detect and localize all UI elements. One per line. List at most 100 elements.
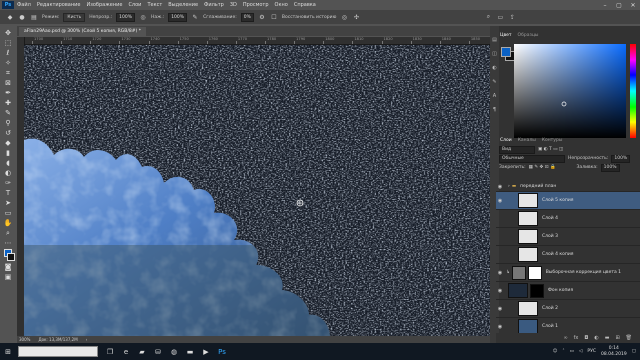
adjustment-layer-icon[interactable]: ◐ (594, 335, 598, 341)
status-arrow-icon[interactable]: › (86, 337, 88, 342)
character-icon[interactable]: A (491, 92, 498, 99)
path-select-tool-icon[interactable]: ➤ (3, 198, 14, 208)
color-picker-field[interactable] (514, 44, 626, 138)
new-group-icon[interactable]: ▬ (605, 335, 610, 341)
menu-3d[interactable]: 3D (227, 2, 240, 8)
layer-group[interactable]: ◉ › ▬ передний план (496, 182, 640, 192)
history-icon[interactable]: ▤ (491, 36, 498, 43)
symmetry-icon[interactable]: ✣ (352, 13, 360, 21)
layer-row[interactable]: ◉ Фон копия (496, 282, 640, 300)
minimize-icon[interactable]: – (598, 0, 612, 10)
menu-image[interactable]: Изображение (83, 2, 125, 8)
layer-row[interactable]: ◉ Слой 5 копия (496, 192, 640, 210)
menu-file[interactable]: Файл (14, 2, 34, 8)
maximize-icon[interactable]: ▢ (612, 0, 626, 10)
close-icon[interactable]: ✕ (626, 0, 640, 10)
foreground-color-swatch[interactable] (501, 47, 511, 57)
menu-view[interactable]: Просмотр (240, 2, 272, 8)
gradient-tool-icon[interactable]: ▮ (3, 148, 14, 158)
zoom-level[interactable]: 300% (19, 337, 30, 342)
trash-icon[interactable]: 🗑 (626, 335, 632, 341)
filter-icons[interactable]: ▣ ◐ T ▭ ◫ (538, 147, 563, 152)
fx-icon[interactable]: fx (574, 335, 579, 341)
clone-stamp-tool-icon[interactable]: ⚲ (3, 118, 14, 128)
menu-window[interactable]: Окно (272, 2, 291, 8)
smoothing-field[interactable]: 0% (240, 12, 254, 22)
more-tools-icon[interactable]: ⋯ (3, 238, 14, 248)
volume-icon[interactable]: ◁ (579, 349, 582, 354)
opacity-field[interactable]: 100% (116, 12, 136, 22)
clock[interactable]: 0:14 08.04.2019 (601, 346, 627, 358)
tab-channels[interactable]: Каналы (518, 138, 536, 143)
chrome-icon[interactable]: ◍ (166, 343, 182, 360)
eraser-tool-icon[interactable]: ◆ (3, 138, 14, 148)
workspace-icon[interactable]: ▭ (496, 13, 504, 21)
screen-mode-icon[interactable]: ▣ (3, 272, 14, 282)
blend-mode-select[interactable]: Обычные (499, 154, 565, 163)
people-icon[interactable]: ☺ (553, 349, 558, 354)
color-swatches-icon[interactable] (3, 248, 15, 262)
zoom-tool-icon[interactable]: ⌕ (3, 228, 14, 238)
media-icon[interactable]: ▶ (198, 343, 214, 360)
document-tab[interactable]: aFlan29Aao.psd @ 300% (Слой 5 копия, RGB… (19, 27, 146, 36)
chevron-down-icon[interactable]: › (508, 184, 510, 189)
frame-tool-icon[interactable]: ⊠ (3, 78, 14, 88)
lasso-tool-icon[interactable]: ℓ (3, 48, 14, 58)
edge-browser-icon[interactable]: e (118, 343, 134, 360)
fill-field[interactable]: 100% (600, 163, 620, 172)
pressure-size-icon[interactable]: ◎ (340, 13, 348, 21)
layer-row-adjustment[interactable]: ◉ ↳ Выборочная коррекция цвета 1 (496, 264, 640, 282)
eraser-tool-icon[interactable]: ◆ (6, 13, 14, 21)
history-brush-tool-icon[interactable]: ↺ (3, 128, 14, 138)
dodge-tool-icon[interactable]: ◐ (3, 168, 14, 178)
visibility-eye-icon[interactable]: ◉ (496, 306, 504, 312)
paragraph-icon[interactable]: ¶ (491, 106, 498, 113)
mode-select[interactable]: Кисть (63, 12, 86, 22)
layer-row[interactable]: Слой 4 копия (496, 246, 640, 264)
menu-filter[interactable]: Фильтр (201, 2, 227, 8)
pen-tool-icon[interactable]: ✑ (3, 178, 14, 188)
layer-opacity-field[interactable]: 100% (611, 154, 631, 163)
search-icon[interactable]: ⌕ (484, 13, 492, 21)
visibility-eye-icon[interactable]: ◉ (496, 270, 504, 276)
checkbox-icon[interactable]: ☐ (270, 13, 278, 21)
move-tool-icon[interactable]: ✥ (3, 28, 14, 38)
visibility-eye-icon[interactable]: ◉ (496, 198, 504, 204)
windows-start-icon[interactable]: ⊞ (0, 343, 16, 360)
menu-edit[interactable]: Редактирование (34, 2, 84, 8)
brush-panel-icon[interactable]: ✎ (491, 78, 498, 85)
menu-layers[interactable]: Слои (125, 2, 144, 8)
gear-icon[interactable]: ⚙ (258, 13, 266, 21)
quick-select-tool-icon[interactable]: ✧ (3, 58, 14, 68)
blur-tool-icon[interactable]: ◖ (3, 158, 14, 168)
taskbar-search-input[interactable] (18, 346, 98, 357)
photoshop-taskbar-icon[interactable]: Ps (214, 343, 230, 360)
tab-swatches[interactable]: Образцы (518, 33, 539, 38)
crop-tool-icon[interactable]: ⌗ (3, 68, 14, 78)
menu-type[interactable]: Текст (144, 2, 165, 8)
adjustments-icon[interactable]: ◐ (491, 64, 498, 71)
store-icon[interactable]: ⛁ (150, 343, 166, 360)
new-layer-icon[interactable]: ⊞ (615, 335, 619, 341)
quick-mask-icon[interactable]: ◙ (3, 262, 14, 272)
pressure-opacity-icon[interactable]: ◎ (139, 13, 147, 21)
document-info[interactable]: Док: 13,3М/137,2М (38, 337, 77, 342)
link-layers-icon[interactable]: ∞ (563, 335, 567, 341)
visibility-eye-icon[interactable]: ◉ (496, 184, 504, 190)
brush-tool-icon[interactable]: ✎ (3, 108, 14, 118)
add-mask-icon[interactable]: ◘ (584, 335, 588, 341)
pressure-field[interactable]: 100% (168, 12, 188, 22)
ruler-horizontal[interactable]: 1700 1710 1720 1730 1740 1750 1760 1770 1780 1790… (24, 37, 490, 45)
hand-tool-icon[interactable]: ✋ (3, 218, 14, 228)
visibility-eye-icon[interactable]: ◉ (496, 288, 504, 294)
network-icon[interactable]: ▭ (570, 349, 574, 354)
layer-row[interactable]: Слой 3 (496, 228, 640, 246)
folder-icon[interactable]: ▬ (182, 343, 198, 360)
file-explorer-icon[interactable]: ▰ (134, 343, 150, 360)
airbrush-icon[interactable]: ✎ (191, 13, 199, 21)
notifications-icon[interactable]: ▢ (632, 349, 636, 354)
type-tool-icon[interactable]: T (3, 188, 14, 198)
menu-help[interactable]: Справка (291, 2, 319, 8)
lock-icons[interactable]: ▦ ✎ ✥ ⊡ 🔒 (529, 165, 556, 170)
tab-paths[interactable]: Контуры (542, 138, 563, 143)
